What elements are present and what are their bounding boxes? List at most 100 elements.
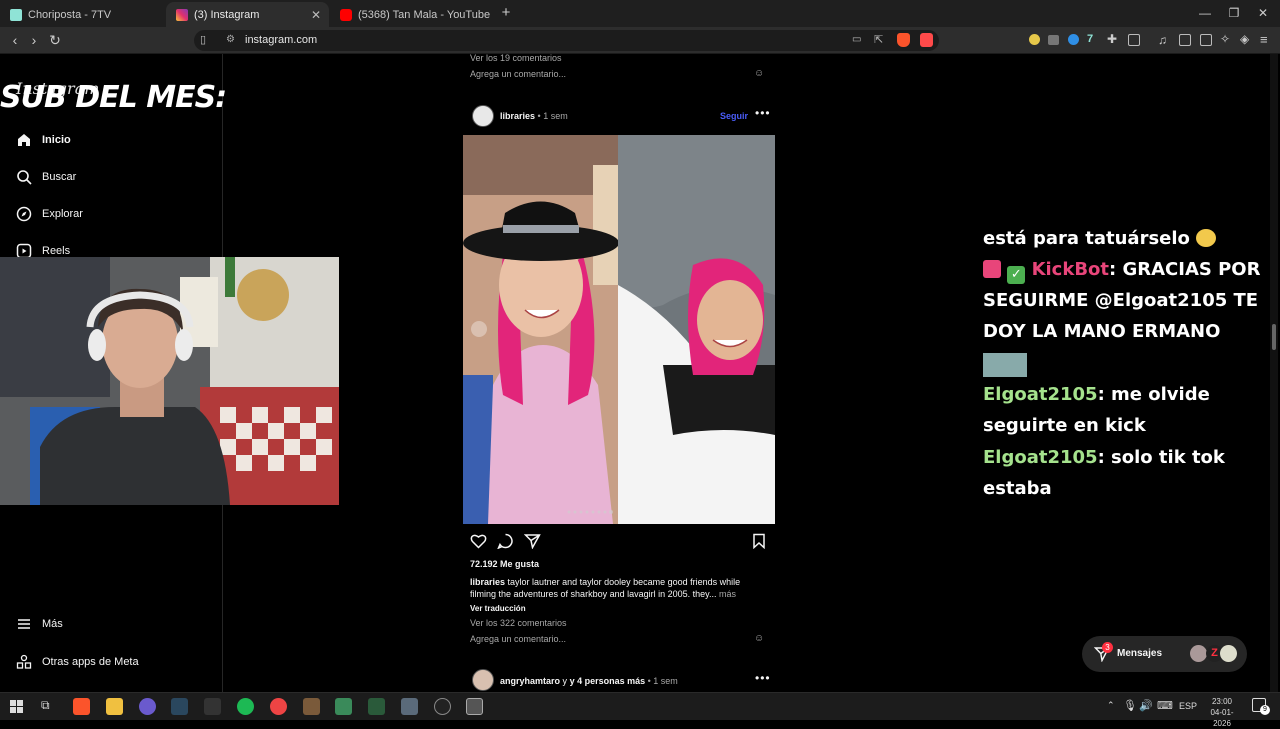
language-indicator[interactable]: ESP [1179, 701, 1197, 711]
microphone-icon[interactable]: 🎙 [1123, 699, 1137, 712]
steam-app-icon[interactable] [171, 698, 188, 715]
sidebar-icon[interactable] [1179, 34, 1191, 46]
post-header: libraries • 1 sem [500, 111, 568, 121]
sidebar-item-meta-apps[interactable]: Otras apps de Meta [16, 654, 139, 670]
chrome-app-icon[interactable] [270, 698, 287, 715]
notifications-icon[interactable]: 9 [1252, 698, 1270, 715]
app-icon[interactable] [466, 698, 483, 715]
chat-text: : me olvide [1097, 384, 1210, 405]
7tv-icon [10, 8, 22, 21]
messages-button[interactable]: 3 Mensajes Z [1082, 636, 1247, 672]
prev-comment-input[interactable]: Agrega un comentario... [470, 69, 566, 79]
clock-time: 23:00 [1211, 697, 1233, 706]
scrollbar-thumb[interactable] [1272, 324, 1276, 350]
avatar[interactable] [472, 105, 494, 127]
sidebar-item-inicio[interactable]: Inicio [16, 132, 71, 148]
save-icon[interactable] [752, 533, 766, 554]
extension-icon[interactable] [1068, 34, 1079, 45]
wallet-icon[interactable] [1200, 34, 1212, 46]
like-icon[interactable] [470, 533, 487, 554]
comment-icon[interactable] [497, 533, 514, 554]
rocket-badge-icon [983, 260, 1001, 278]
sub-del-mes-title: SUB DEL MES: [0, 80, 227, 115]
new-tab-icon[interactable]: + [496, 4, 516, 21]
clock[interactable]: 23:00 04-01-2026 [1202, 696, 1242, 729]
likes-count[interactable]: 72.192 Me gusta [470, 559, 539, 569]
reload-icon[interactable]: ↻ [47, 32, 63, 49]
avatar[interactable] [472, 669, 494, 691]
caption-more-link[interactable]: más [719, 589, 736, 599]
avatar [1190, 645, 1207, 662]
7tv-extension-icon[interactable]: 7 [1087, 33, 1093, 45]
forward-icon[interactable]: › [26, 32, 42, 48]
avatar [1220, 645, 1237, 662]
translation-link[interactable]: Ver traducción [470, 604, 526, 613]
windows-start-icon[interactable] [10, 700, 23, 718]
brave-shield-icon[interactable] [897, 33, 910, 47]
more-options-icon[interactable]: ••• [755, 671, 771, 685]
clock-date: 04-01-2026 [1210, 708, 1234, 728]
app-icon[interactable] [434, 698, 451, 715]
leo-icon[interactable]: ✧ [1220, 32, 1230, 46]
post-caption: libraries taylor lautner and taylor dool… [470, 576, 760, 600]
file-explorer-icon[interactable] [106, 698, 123, 715]
brave-rewards-icon[interactable] [920, 33, 933, 47]
comment-input[interactable]: Agrega un comentario... [470, 634, 566, 644]
screenshot-icon[interactable] [1128, 34, 1140, 46]
cast-icon[interactable]: ▭ [852, 34, 861, 45]
app-icon[interactable] [335, 698, 352, 715]
sidebar-item-buscar[interactable]: Buscar [16, 169, 76, 185]
meta-apps-icon [16, 654, 32, 670]
post-username[interactable]: libraries [500, 111, 535, 121]
sidebar-item-explorar[interactable]: Explorar [16, 206, 83, 222]
discord-app-icon[interactable] [139, 698, 156, 715]
obs-app-icon[interactable] [204, 698, 221, 715]
check-badge-icon: ✓ [1007, 266, 1026, 284]
address-bar[interactable]: ▯ ⚙ instagram.com ▭ ⇱ [194, 30, 939, 51]
chat-text: seguirte en kick [983, 415, 1146, 436]
next-post-username[interactable]: angryhamtaro [500, 676, 560, 686]
bookmark-icon[interactable]: ▯ [200, 33, 206, 46]
emoji-icon[interactable]: ☺ [754, 633, 764, 644]
puzzle-icon[interactable]: ✚ [1107, 32, 1117, 46]
sidebar-item-mas[interactable]: Más [16, 616, 63, 632]
share-icon[interactable]: ⇱ [874, 33, 883, 46]
extension-icon[interactable] [1029, 34, 1040, 45]
browser-toolbar: ‹ › ↻ ▯ ⚙ instagram.com ▭ ⇱ 7 ✚ ♫ ✧ ◈ ≡ [0, 27, 1280, 54]
media-icon[interactable]: ♫ [1158, 33, 1167, 47]
site-info-icon[interactable]: ⚙ [226, 34, 235, 45]
back-icon[interactable]: ‹ [7, 32, 23, 48]
brave-app-icon[interactable] [73, 698, 90, 715]
task-view-icon[interactable]: ⧉ [41, 698, 50, 713]
more-options-icon[interactable]: ••• [755, 106, 771, 120]
tab-instagram[interactable]: (3) Instagram ✕ [166, 2, 329, 27]
stream-chat-overlay: está para tatuárselo ✓ KickBot: GRACIAS … [978, 220, 1276, 505]
post-image[interactable] [463, 135, 775, 524]
emoji-icon[interactable]: ☺ [754, 68, 764, 79]
tab-youtube[interactable]: (5368) Tan Mala - YouTube [330, 2, 495, 27]
extension-icon[interactable] [1048, 35, 1059, 45]
prev-comments-link[interactable]: Ver los 19 comentarios [470, 53, 562, 63]
comments-link[interactable]: Ver los 322 comentarios [470, 618, 567, 628]
tray-chevron-icon[interactable]: ⌃ [1107, 700, 1115, 711]
restore-icon[interactable]: ❐ [1224, 6, 1244, 20]
vpn-icon[interactable]: ◈ [1240, 32, 1249, 46]
close-window-icon[interactable]: ✕ [1253, 6, 1273, 20]
app-icon[interactable] [401, 698, 418, 715]
tab-label: (3) Instagram [194, 8, 260, 21]
network-icon[interactable]: ⌨ [1157, 699, 1173, 712]
caption-username[interactable]: libraries [470, 577, 505, 587]
spotify-app-icon[interactable] [237, 698, 254, 715]
page-scrollbar[interactable] [1270, 54, 1278, 692]
tab-7tv[interactable]: Choriposta - 7TV [0, 2, 165, 27]
close-tab-icon[interactable]: ✕ [311, 8, 321, 22]
minecraft-app-icon[interactable] [303, 698, 320, 715]
app-icon[interactable] [368, 698, 385, 715]
chat-text: está para tatuárselo [983, 228, 1190, 249]
menu-icon[interactable]: ≡ [1260, 32, 1268, 47]
minimize-icon[interactable]: — [1195, 6, 1215, 20]
speaker-icon[interactable]: 🔊 [1139, 699, 1153, 712]
compass-icon [16, 206, 32, 222]
share-post-icon[interactable] [523, 533, 541, 554]
follow-button[interactable]: Seguir [720, 111, 748, 121]
